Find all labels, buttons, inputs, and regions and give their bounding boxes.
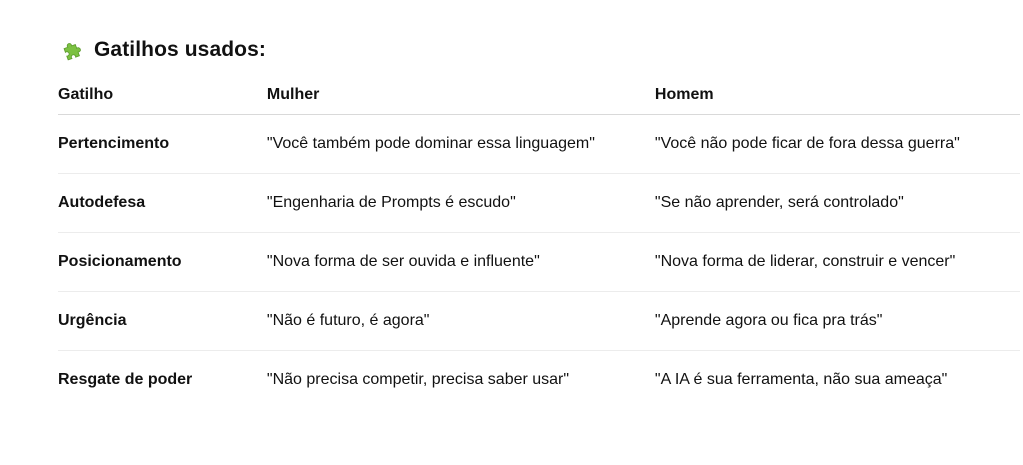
table-row: Posicionamento "Nova forma de ser ouvida… xyxy=(58,232,1020,292)
table-header-row: Gatilho Mulher Homem xyxy=(58,76,1020,115)
table-row: Urgência "Não é futuro, é agora" "Aprend… xyxy=(58,291,1020,351)
section-title: Gatilhos usados: xyxy=(94,38,266,61)
woman-cell: "Não é futuro, é agora" xyxy=(266,291,655,351)
woman-cell: "Nova forma de ser ouvida e influente" xyxy=(266,232,655,292)
woman-cell: "Engenharia de Prompts é escudo" xyxy=(266,173,655,233)
trigger-cell: Autodefesa xyxy=(58,173,267,233)
woman-cell: "Você também pode dominar essa linguagem… xyxy=(266,114,655,174)
trigger-cell: Posicionamento xyxy=(58,232,267,292)
column-header-homem: Homem xyxy=(654,76,1020,115)
man-cell: "Se não aprender, será controlado" xyxy=(654,173,1020,233)
table-row: Pertencimento "Você também pode dominar … xyxy=(58,114,1020,174)
trigger-cell: Resgate de poder xyxy=(58,371,193,388)
section-heading: Gatilhos usados: xyxy=(60,38,266,62)
column-header-mulher: Mulher xyxy=(266,76,655,115)
man-cell: "A IA é sua ferramenta, não sua ameaça" xyxy=(654,371,948,388)
table-row: Resgate de poder "Não precisa competir, … xyxy=(58,351,1020,410)
trigger-cell: Urgência xyxy=(58,291,267,351)
trigger-cell: Pertencimento xyxy=(58,114,267,174)
column-header-gatilho: Gatilho xyxy=(58,76,267,115)
man-cell: "Você não pode ficar de fora dessa guerr… xyxy=(654,114,1020,174)
puzzle-piece-icon xyxy=(60,38,84,62)
table-row: Autodefesa "Engenharia de Prompts é escu… xyxy=(58,173,1020,233)
woman-cell: "Não precisa competir, precisa saber usa… xyxy=(266,371,570,388)
man-cell: "Nova forma de liderar, construir e venc… xyxy=(654,232,1020,292)
triggers-table: Gatilho Mulher Homem Pertencimento "Você… xyxy=(58,76,1020,409)
man-cell: "Aprende agora ou fica pra trás" xyxy=(654,291,1020,351)
